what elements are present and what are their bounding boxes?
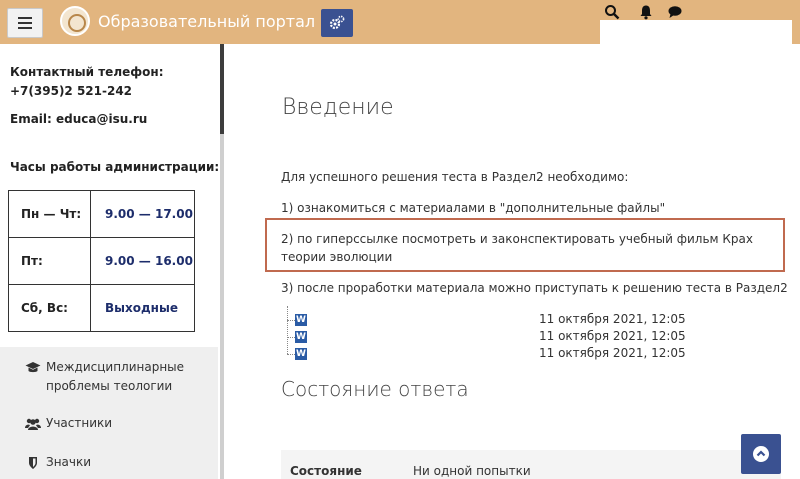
hours-day: Пт: — [8, 237, 91, 285]
contact-phone-value: +7(395)2 521-242 — [10, 84, 133, 98]
file-item[interactable]: W — [287, 330, 307, 344]
hamburger-icon — [18, 17, 32, 29]
graduation-cap-icon — [25, 362, 41, 373]
table-row: Пн — Чт: 9.00 — 17.00 — [8, 190, 195, 238]
contact-email: Email: educa@isu.ru — [10, 112, 147, 126]
tree-branch — [287, 336, 295, 338]
section-title: Состояние ответа — [281, 377, 469, 401]
bell-icon[interactable] — [638, 4, 654, 20]
step-3-text: 3) после проработки материала можно прис… — [281, 281, 788, 295]
hours-title: Часы работы администрации: — [10, 160, 220, 174]
file-date: 11 октября 2021, 12:05 — [539, 346, 686, 360]
file-item[interactable]: W — [287, 347, 307, 361]
contact-label: Контактный телефон: — [10, 65, 164, 79]
step-2-text: 2) по гиперссылке посмотреть и законспек… — [281, 232, 753, 264]
word-file-icon[interactable]: W — [295, 348, 307, 360]
gear-icon — [329, 15, 345, 30]
chevron-up-icon — [753, 446, 769, 462]
chat-icon[interactable] — [667, 4, 683, 20]
step-1-text: 1) ознакомиться с материалами в "дополни… — [281, 201, 666, 215]
back-to-top-button[interactable] — [741, 434, 781, 474]
status-value: Ни одной попытки — [413, 464, 531, 478]
tree-branch — [287, 319, 295, 321]
settings-button[interactable] — [321, 9, 353, 37]
sidebar-item-label: Участники — [46, 416, 113, 430]
hours-day: Пн — Чт: — [8, 190, 91, 238]
sidebar-item-course[interactable]: Междисциплинарные проблемы теологии — [25, 358, 186, 396]
contact-phone: Контактный телефон: +7(395)2 521-242 — [10, 63, 215, 101]
file-date: 11 октября 2021, 12:05 — [539, 312, 686, 326]
page-title: Введение — [282, 95, 394, 120]
table-row: Пт: 9.00 — 16.00 — [8, 237, 195, 285]
email-label: Email: — [10, 112, 52, 126]
file-item[interactable]: W — [287, 313, 307, 327]
intro-text: Для успешного решения теста в Раздел2 не… — [281, 170, 629, 184]
hours-time: 9.00 — 16.00 — [90, 237, 195, 285]
tree-branch — [287, 353, 295, 355]
file-date: 11 октября 2021, 12:05 — [539, 329, 686, 343]
site-logo[interactable] — [60, 6, 90, 36]
table-row: Сб, Вс: Выходные — [8, 284, 195, 332]
hours-time: Выходные — [90, 284, 195, 332]
search-icon[interactable] — [604, 4, 620, 20]
sidebar-item-badges[interactable]: Значки — [25, 453, 91, 472]
status-label: Состояние — [290, 464, 362, 478]
sidebar-item-label: Значки — [46, 455, 92, 469]
shield-icon — [29, 457, 37, 469]
word-file-icon[interactable]: W — [295, 314, 307, 326]
hours-table: Пн — Чт: 9.00 — 17.00 Пт: 9.00 — 16.00 С… — [8, 190, 195, 332]
users-icon — [25, 418, 41, 430]
word-file-icon[interactable]: W — [295, 331, 307, 343]
sidebar-item-label: Междисциплинарные проблемы теологии — [46, 360, 185, 393]
hours-day: Сб, Вс: — [8, 284, 91, 332]
sidebar-item-participants[interactable]: Участники — [25, 414, 112, 433]
hours-time: 9.00 — 17.00 — [90, 190, 195, 238]
site-title[interactable]: Образовательный портал ИГУ — [98, 12, 352, 31]
menu-toggle-button[interactable] — [7, 8, 43, 38]
email-link[interactable]: educa@isu.ru — [56, 112, 147, 126]
